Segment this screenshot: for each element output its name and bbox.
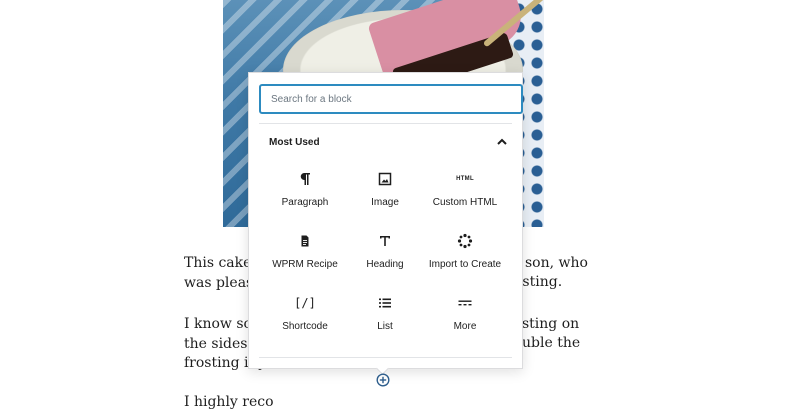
block-list[interactable]: List (345, 285, 425, 347)
block-label: Custom HTML (432, 197, 498, 208)
divider (259, 123, 512, 124)
block-label: Heading (366, 259, 404, 270)
block-shortcode[interactable]: [/] Shortcode (265, 285, 345, 347)
shortcode-icon: [/] (293, 291, 317, 315)
block-grid: Paragraph Image HTML Custom HTML WPRM Re… (265, 161, 506, 347)
image-icon (373, 167, 397, 191)
paragraph-icon (293, 167, 317, 191)
block-custom-html[interactable]: HTML Custom HTML (425, 161, 505, 223)
article-paragraph-3[interactable]: I highly reco (184, 393, 584, 413)
block-label: List (377, 321, 393, 332)
divider (259, 357, 512, 358)
block-wprm-recipe[interactable]: WPRM Recipe (265, 223, 345, 285)
block-inserter-popover: Most Used Paragraph Image (248, 72, 523, 369)
block-import-to-create[interactable]: Import to Create (425, 223, 505, 285)
block-label: Paragraph (281, 197, 329, 208)
text-fragment: sting on (522, 316, 580, 332)
block-label: More (453, 321, 477, 332)
list-icon (373, 291, 397, 315)
block-image[interactable]: Image (345, 161, 425, 223)
block-heading[interactable]: Heading (345, 223, 425, 285)
shortcode-icon-text: [/] (294, 296, 316, 310)
recipe-icon (293, 229, 317, 253)
section-title: Most Used (269, 136, 320, 148)
plus-circle-icon (376, 373, 390, 387)
text-line: I highly reco (184, 394, 274, 410)
import-icon (453, 229, 477, 253)
heading-icon (373, 229, 397, 253)
most-used-panel-toggle[interactable]: Most Used (269, 132, 509, 152)
chevron-up-icon (495, 135, 509, 149)
block-label: Shortcode (282, 321, 328, 332)
block-label: WPRM Recipe (272, 259, 338, 270)
add-block-button[interactable] (376, 373, 390, 387)
block-more[interactable]: More (425, 285, 505, 347)
text-fragment: son, who (525, 255, 588, 271)
block-label: Image (371, 197, 399, 208)
more-icon (453, 291, 477, 315)
html-icon-text: HTML (456, 176, 474, 182)
text-fragment: uble the (522, 335, 581, 351)
block-label: Import to Create (428, 259, 502, 270)
block-paragraph[interactable]: Paragraph (265, 161, 345, 223)
block-search-input[interactable] (259, 84, 523, 114)
html-icon: HTML (453, 167, 477, 191)
